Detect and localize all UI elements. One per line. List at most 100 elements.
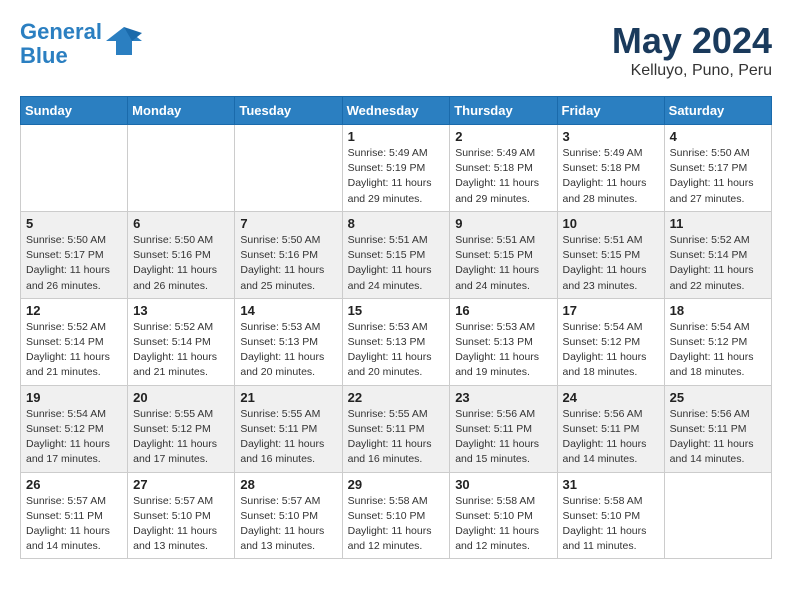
day-number: 7 <box>240 216 336 231</box>
calendar-cell: 21 Sunrise: 5:55 AM Sunset: 5:11 PM Dayli… <box>235 385 342 472</box>
day-number: 19 <box>26 390 122 405</box>
day-info: Sunrise: 5:49 AM Sunset: 5:18 PM Dayligh… <box>455 146 551 207</box>
day-number: 26 <box>26 477 122 492</box>
calendar-cell: 1Sunrise: 5:49 AM Sunset: 5:19 PM Daylig… <box>342 125 450 212</box>
calendar-cell <box>664 472 771 559</box>
day-info: Sunrise: 5:50 AM Sunset: 5:17 PM Dayligh… <box>670 146 766 207</box>
day-number: 29 <box>348 477 445 492</box>
calendar-week-row: 12 Sunrise: 5:52 AM Sunset: 5:14 PM Dayli… <box>21 298 772 385</box>
day-info: Sunrise: 5:56 AM Sunset: 5:11 PM Dayligh… <box>455 407 551 468</box>
logo-text: GeneralBlue <box>20 20 102 68</box>
calendar-cell: 13 Sunrise: 5:52 AM Sunset: 5:14 PM Dayli… <box>128 298 235 385</box>
day-number: 18 <box>670 303 766 318</box>
day-number: 31 <box>563 477 659 492</box>
day-number: 12 <box>26 303 122 318</box>
day-number: 30 <box>455 477 551 492</box>
day-info: Sunrise: 5:54 AM Sunset: 5:12 PM Dayligh… <box>26 407 122 468</box>
day-number: 24 <box>563 390 659 405</box>
calendar-cell: 24 Sunrise: 5:56 AM Sunset: 5:11 PM Dayli… <box>557 385 664 472</box>
calendar-cell: 11 Sunrise: 5:52 AM Sunset: 5:14 PM Dayli… <box>664 211 771 298</box>
day-info: Sunrise: 5:56 AM Sunset: 5:11 PM Dayligh… <box>563 407 659 468</box>
day-info: Sunrise: 5:55 AM Sunset: 5:11 PM Dayligh… <box>348 407 445 468</box>
month-title: May 2024 <box>612 20 772 62</box>
page-header: GeneralBlue May 2024 Kelluyo, Puno, Peru <box>20 20 772 80</box>
weekday-header: Friday <box>557 97 664 125</box>
calendar-cell: 6 Sunrise: 5:50 AM Sunset: 5:16 PM Daylig… <box>128 211 235 298</box>
calendar-cell: 22 Sunrise: 5:55 AM Sunset: 5:11 PM Dayli… <box>342 385 450 472</box>
day-info: Sunrise: 5:53 AM Sunset: 5:13 PM Dayligh… <box>240 320 336 381</box>
day-number: 21 <box>240 390 336 405</box>
day-number: 4 <box>670 129 766 144</box>
day-info: Sunrise: 5:49 AM Sunset: 5:18 PM Dayligh… <box>563 146 659 207</box>
day-number: 8 <box>348 216 445 231</box>
day-number: 1 <box>348 129 445 144</box>
calendar-cell: 30 Sunrise: 5:58 AM Sunset: 5:10 PM Dayli… <box>450 472 557 559</box>
calendar-cell <box>21 125 128 212</box>
day-info: Sunrise: 5:58 AM Sunset: 5:10 PM Dayligh… <box>563 494 659 555</box>
calendar-cell: 2 Sunrise: 5:49 AM Sunset: 5:18 PM Daylig… <box>450 125 557 212</box>
calendar-cell: 4 Sunrise: 5:50 AM Sunset: 5:17 PM Daylig… <box>664 125 771 212</box>
day-number: 25 <box>670 390 766 405</box>
calendar-cell: 12Sunrise: 5:52 AM Sunset: 5:14 PM Dayli… <box>21 298 128 385</box>
calendar-cell: 19 Sunrise: 5:54 AM Sunset: 5:12 PM Dayli… <box>21 385 128 472</box>
calendar-cell: 27 Sunrise: 5:57 AM Sunset: 5:10 PM Dayli… <box>128 472 235 559</box>
day-info: Sunrise: 5:54 AM Sunset: 5:12 PM Dayligh… <box>563 320 659 381</box>
day-info: Sunrise: 5:52 AM Sunset: 5:14 PM Dayligh… <box>670 233 766 294</box>
day-info: Sunrise: 5:50 AM Sunset: 5:17 PM Dayligh… <box>26 233 122 294</box>
day-number: 11 <box>670 216 766 231</box>
calendar-cell: 16 Sunrise: 5:53 AM Sunset: 5:13 PM Dayli… <box>450 298 557 385</box>
calendar-cell: 23Sunrise: 5:56 AM Sunset: 5:11 PM Dayli… <box>450 385 557 472</box>
calendar-cell: 26 Sunrise: 5:57 AM Sunset: 5:11 PM Dayli… <box>21 472 128 559</box>
weekday-header-row: SundayMondayTuesdayWednesdayThursdayFrid… <box>21 97 772 125</box>
weekday-header: Wednesday <box>342 97 450 125</box>
day-info: Sunrise: 5:56 AM Sunset: 5:11 PM Dayligh… <box>670 407 766 468</box>
calendar-cell: 28 Sunrise: 5:57 AM Sunset: 5:10 PM Dayli… <box>235 472 342 559</box>
calendar-cell <box>235 125 342 212</box>
logo: GeneralBlue <box>20 20 142 68</box>
day-number: 27 <box>133 477 229 492</box>
weekday-header: Saturday <box>664 97 771 125</box>
day-info: Sunrise: 5:58 AM Sunset: 5:10 PM Dayligh… <box>455 494 551 555</box>
day-number: 16 <box>455 303 551 318</box>
weekday-header: Thursday <box>450 97 557 125</box>
logo-bird-icon <box>106 23 142 66</box>
day-info: Sunrise: 5:53 AM Sunset: 5:13 PM Dayligh… <box>455 320 551 381</box>
location: Kelluyo, Puno, Peru <box>612 62 772 80</box>
day-info: Sunrise: 5:51 AM Sunset: 5:15 PM Dayligh… <box>348 233 445 294</box>
day-info: Sunrise: 5:57 AM Sunset: 5:11 PM Dayligh… <box>26 494 122 555</box>
day-info: Sunrise: 5:54 AM Sunset: 5:12 PM Dayligh… <box>670 320 766 381</box>
day-number: 2 <box>455 129 551 144</box>
calendar-week-row: 1Sunrise: 5:49 AM Sunset: 5:19 PM Daylig… <box>21 125 772 212</box>
day-number: 13 <box>133 303 229 318</box>
calendar-cell: 14 Sunrise: 5:53 AM Sunset: 5:13 PM Dayli… <box>235 298 342 385</box>
calendar-cell: 31 Sunrise: 5:58 AM Sunset: 5:10 PM Dayli… <box>557 472 664 559</box>
day-number: 20 <box>133 390 229 405</box>
day-number: 5 <box>26 216 122 231</box>
day-info: Sunrise: 5:50 AM Sunset: 5:16 PM Dayligh… <box>133 233 229 294</box>
day-number: 22 <box>348 390 445 405</box>
day-info: Sunrise: 5:57 AM Sunset: 5:10 PM Dayligh… <box>133 494 229 555</box>
calendar-cell: 9Sunrise: 5:51 AM Sunset: 5:15 PM Daylig… <box>450 211 557 298</box>
day-info: Sunrise: 5:57 AM Sunset: 5:10 PM Dayligh… <box>240 494 336 555</box>
day-number: 14 <box>240 303 336 318</box>
calendar-cell: 25 Sunrise: 5:56 AM Sunset: 5:11 PM Dayli… <box>664 385 771 472</box>
day-number: 17 <box>563 303 659 318</box>
day-number: 15 <box>348 303 445 318</box>
day-info: Sunrise: 5:55 AM Sunset: 5:12 PM Dayligh… <box>133 407 229 468</box>
day-number: 3 <box>563 129 659 144</box>
calendar-cell: 10Sunrise: 5:51 AM Sunset: 5:15 PM Dayli… <box>557 211 664 298</box>
calendar-table: SundayMondayTuesdayWednesdayThursdayFrid… <box>20 96 772 559</box>
day-info: Sunrise: 5:51 AM Sunset: 5:15 PM Dayligh… <box>455 233 551 294</box>
day-number: 28 <box>240 477 336 492</box>
calendar-cell <box>128 125 235 212</box>
calendar-cell: 17 Sunrise: 5:54 AM Sunset: 5:12 PM Dayli… <box>557 298 664 385</box>
day-info: Sunrise: 5:58 AM Sunset: 5:10 PM Dayligh… <box>348 494 445 555</box>
calendar-week-row: 5 Sunrise: 5:50 AM Sunset: 5:17 PM Daylig… <box>21 211 772 298</box>
day-info: Sunrise: 5:51 AM Sunset: 5:15 PM Dayligh… <box>563 233 659 294</box>
calendar-cell: 3 Sunrise: 5:49 AM Sunset: 5:18 PM Daylig… <box>557 125 664 212</box>
calendar-week-row: 26 Sunrise: 5:57 AM Sunset: 5:11 PM Dayli… <box>21 472 772 559</box>
day-info: Sunrise: 5:52 AM Sunset: 5:14 PM Dayligh… <box>133 320 229 381</box>
calendar-cell: 18 Sunrise: 5:54 AM Sunset: 5:12 PM Dayli… <box>664 298 771 385</box>
day-number: 6 <box>133 216 229 231</box>
day-info: Sunrise: 5:55 AM Sunset: 5:11 PM Dayligh… <box>240 407 336 468</box>
